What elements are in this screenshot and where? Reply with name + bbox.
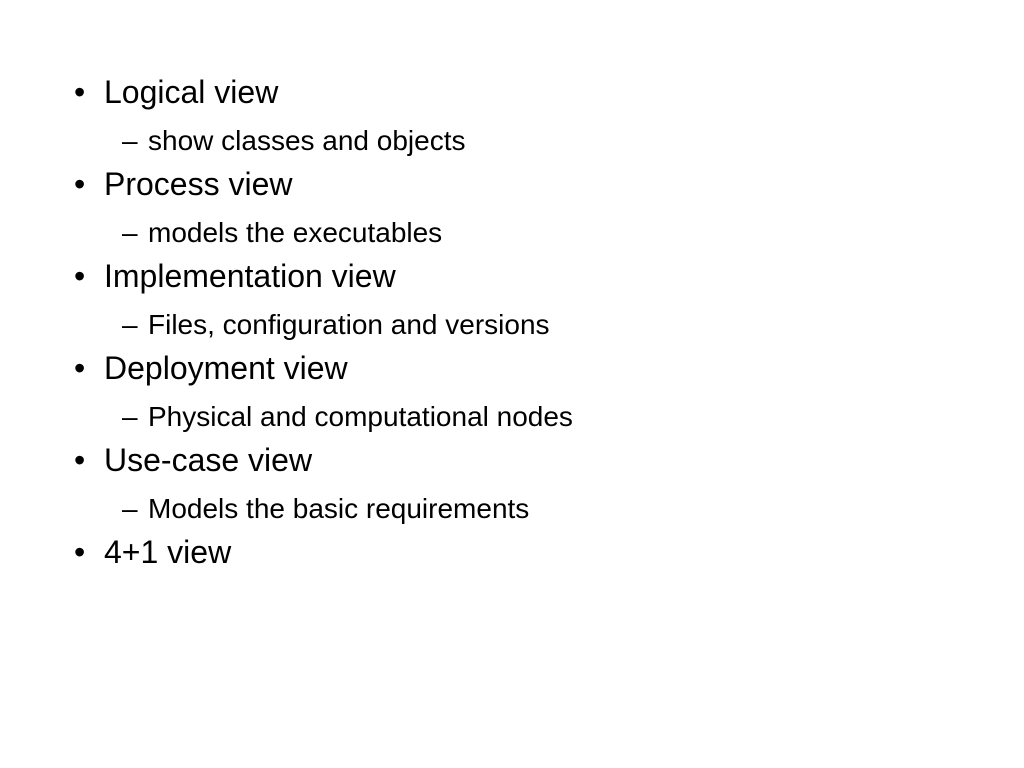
sub-list: show classes and objects [104, 124, 1024, 158]
sub-list: models the executables [104, 216, 1024, 250]
sub-item-text: Models the basic requirements [148, 492, 1024, 526]
item-title: Use-case view [104, 440, 1024, 480]
sub-list-item: models the executables [104, 216, 1024, 250]
sub-list: Models the basic requirements [104, 492, 1024, 526]
sub-list-item: Models the basic requirements [104, 492, 1024, 526]
sub-list-item: Physical and computational nodes [104, 400, 1024, 434]
item-title: Process view [104, 164, 1024, 204]
list-item: Use-case view Models the basic requireme… [74, 440, 1024, 526]
sub-list: Physical and computational nodes [104, 400, 1024, 434]
list-item: Implementation view Files, configuration… [74, 256, 1024, 342]
item-title: Implementation view [104, 256, 1024, 296]
item-title: Logical view [104, 72, 1024, 112]
sub-item-text: Files, configuration and versions [148, 308, 1024, 342]
sub-list-item: show classes and objects [104, 124, 1024, 158]
list-item: Logical view show classes and objects [74, 72, 1024, 158]
bullet-list: Logical view show classes and objects Pr… [74, 72, 1024, 572]
list-item: Process view models the executables [74, 164, 1024, 250]
item-title: Deployment view [104, 348, 1024, 388]
sub-list: Files, configuration and versions [104, 308, 1024, 342]
sub-item-text: Physical and computational nodes [148, 400, 1024, 434]
sub-list-item: Files, configuration and versions [104, 308, 1024, 342]
item-title: 4+1 view [104, 532, 1024, 572]
list-item: 4+1 view [74, 532, 1024, 572]
sub-item-text: models the executables [148, 216, 1024, 250]
list-item: Deployment view Physical and computation… [74, 348, 1024, 434]
sub-item-text: show classes and objects [148, 124, 1024, 158]
